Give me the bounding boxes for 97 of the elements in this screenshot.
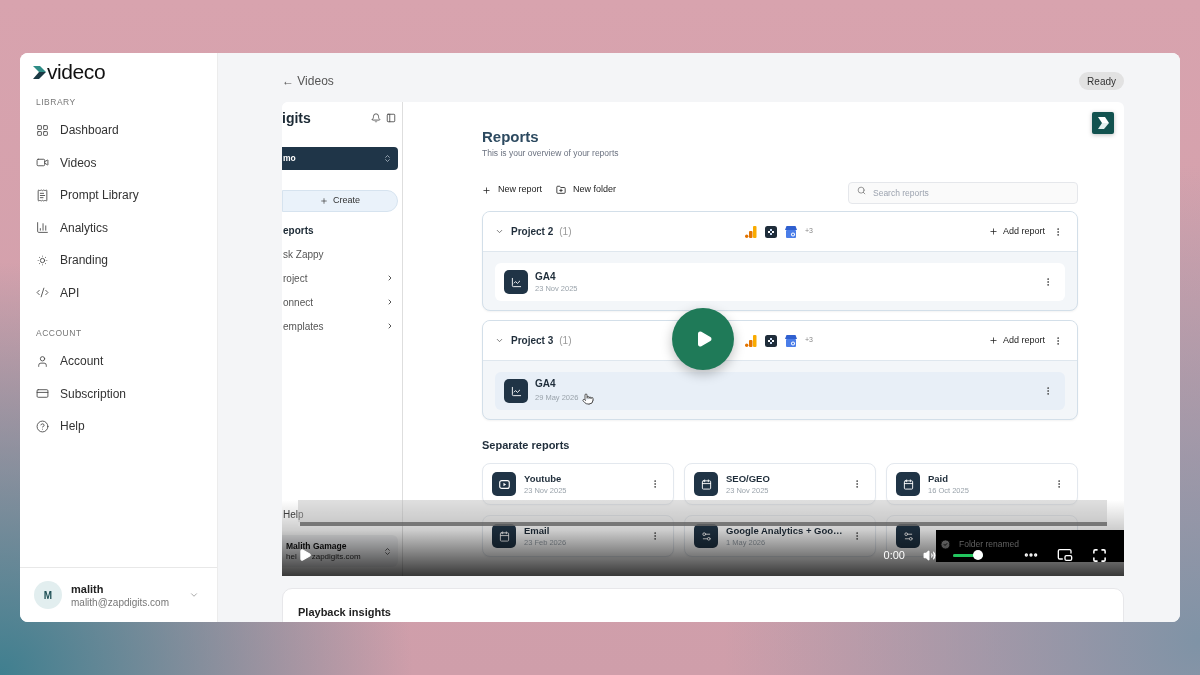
tile-logo-icon (765, 334, 777, 347)
chevron-down-icon[interactable] (495, 227, 504, 236)
nav-item[interactable]: onnect (282, 290, 402, 314)
create-button[interactable]: Create (282, 190, 398, 212)
play-icon[interactable] (298, 548, 312, 562)
grid-icon (36, 123, 49, 137)
toolbar-button[interactable]: New report (482, 183, 542, 197)
bars-logo-icon (745, 225, 757, 238)
project-name: Project 2 (511, 225, 554, 239)
play-tile-icon (492, 472, 516, 496)
section-title: Separate reports (482, 437, 570, 453)
page-subtitle: This is your overview of your reports (482, 147, 619, 159)
calendar-tile-icon (694, 472, 718, 496)
sun-icon (36, 253, 49, 267)
report-name: Youtube (524, 472, 562, 485)
user-name: malith (71, 581, 105, 596)
chevron-down-icon[interactable] (495, 336, 504, 345)
updown-chevron-icon (383, 546, 392, 556)
page-title: Reports (482, 128, 539, 146)
search-icon (857, 185, 866, 195)
logo-text: videco (47, 60, 106, 82)
plus-icon (482, 185, 491, 195)
toast-notification: Folder renamed (936, 530, 1124, 562)
avatar-initial: M (34, 581, 62, 609)
line-chart-tile-icon (504, 379, 528, 403)
sidebar-item[interactable]: Analytics (20, 211, 217, 244)
report-name: SEO/GEO (726, 472, 770, 485)
user-email: hel (286, 551, 297, 562)
search-field[interactable]: Search reports (848, 182, 1078, 204)
check-circle-icon (940, 539, 951, 550)
help-icon (36, 419, 49, 433)
storefront-icon (785, 225, 797, 238)
code-icon (36, 286, 49, 300)
sidebar-item[interactable]: Account (20, 345, 217, 378)
user-card[interactable]: Malith Gamage hel zapdigits.com (282, 535, 398, 567)
report-name: Email (524, 524, 550, 537)
report-name: GA4 (535, 270, 556, 283)
nav-item[interactable]: sk Zappy (282, 242, 402, 266)
line-chart-tile-icon (504, 270, 528, 294)
sliders-tile-icon (694, 524, 718, 548)
logo-icon (33, 65, 47, 79)
folder-plus-icon (556, 185, 566, 195)
plus-icon (320, 197, 328, 205)
status-badge: Ready (1079, 72, 1124, 90)
nav-item[interactable]: emplates (282, 314, 402, 338)
play-icon (695, 330, 713, 348)
sidebar-item[interactable]: Videos (20, 146, 217, 179)
help-link[interactable]: Help (282, 506, 304, 522)
picture-in-picture-icon[interactable] (1057, 547, 1073, 563)
bar-chart-icon (36, 221, 49, 235)
sidebar-item[interactable]: API (20, 276, 217, 309)
sidebar-item[interactable]: Subscription (20, 377, 217, 410)
plus-icon (988, 336, 998, 345)
sidebar-toggle-icon[interactable] (386, 113, 396, 123)
volume-icon[interactable] (923, 548, 936, 562)
hand-cursor-icon (582, 392, 595, 405)
toolbar-button[interactable]: New folder (556, 183, 617, 197)
sidebar-item[interactable]: Help (20, 410, 217, 443)
user-name: Malith Gamage (286, 540, 347, 552)
report-count: (1) (559, 334, 572, 348)
logo-icon (1092, 112, 1114, 134)
plus-icon (988, 227, 998, 236)
report-count: (1) (559, 225, 572, 239)
sidebar-item[interactable]: Dashboard (20, 114, 217, 147)
fullscreen-icon[interactable] (1092, 547, 1107, 563)
receipt-icon (36, 188, 49, 202)
tile-logo-icon (765, 225, 777, 238)
report-name: Paid (928, 472, 949, 485)
credit-card-icon (36, 387, 49, 401)
bars-logo-icon (745, 334, 757, 347)
back-link[interactable]: ← Videos (282, 72, 334, 90)
section-heading: ACCOUNT (36, 326, 82, 340)
report-name: Google Analytics + Goo… (726, 524, 843, 537)
section-heading: LIBRARY (36, 95, 76, 109)
sidebar-item[interactable]: Prompt Library (20, 179, 217, 212)
nav-item[interactable]: eports (282, 218, 402, 242)
add-report-button[interactable]: Add report (988, 224, 1045, 239)
project-name: Project 3 (511, 334, 554, 348)
calendar-tile-icon (492, 524, 516, 548)
calendar-tile-icon (896, 472, 920, 496)
volume-slider[interactable] (953, 550, 983, 560)
report-name: GA4 (535, 377, 556, 390)
user-icon (36, 354, 49, 368)
volume-thumb[interactable] (973, 550, 983, 560)
nav-item[interactable]: roject (282, 266, 402, 290)
user-email: zapdigits.com (311, 551, 361, 562)
storefront-icon (785, 334, 797, 347)
user-email: malith@zapdigits.com (71, 595, 169, 609)
sidebar-item[interactable]: Branding (20, 244, 217, 277)
add-report-button[interactable]: Add report (988, 333, 1045, 348)
logo-text: igits (282, 111, 311, 125)
updown-chevron-icon (383, 154, 392, 163)
time-display: 0:00 (883, 547, 905, 563)
workspace-dropdown[interactable]: mo (282, 147, 398, 170)
sliders-tile-icon (896, 524, 920, 548)
card-title: Playback insights (298, 606, 391, 619)
bell-icon[interactable] (371, 113, 381, 123)
